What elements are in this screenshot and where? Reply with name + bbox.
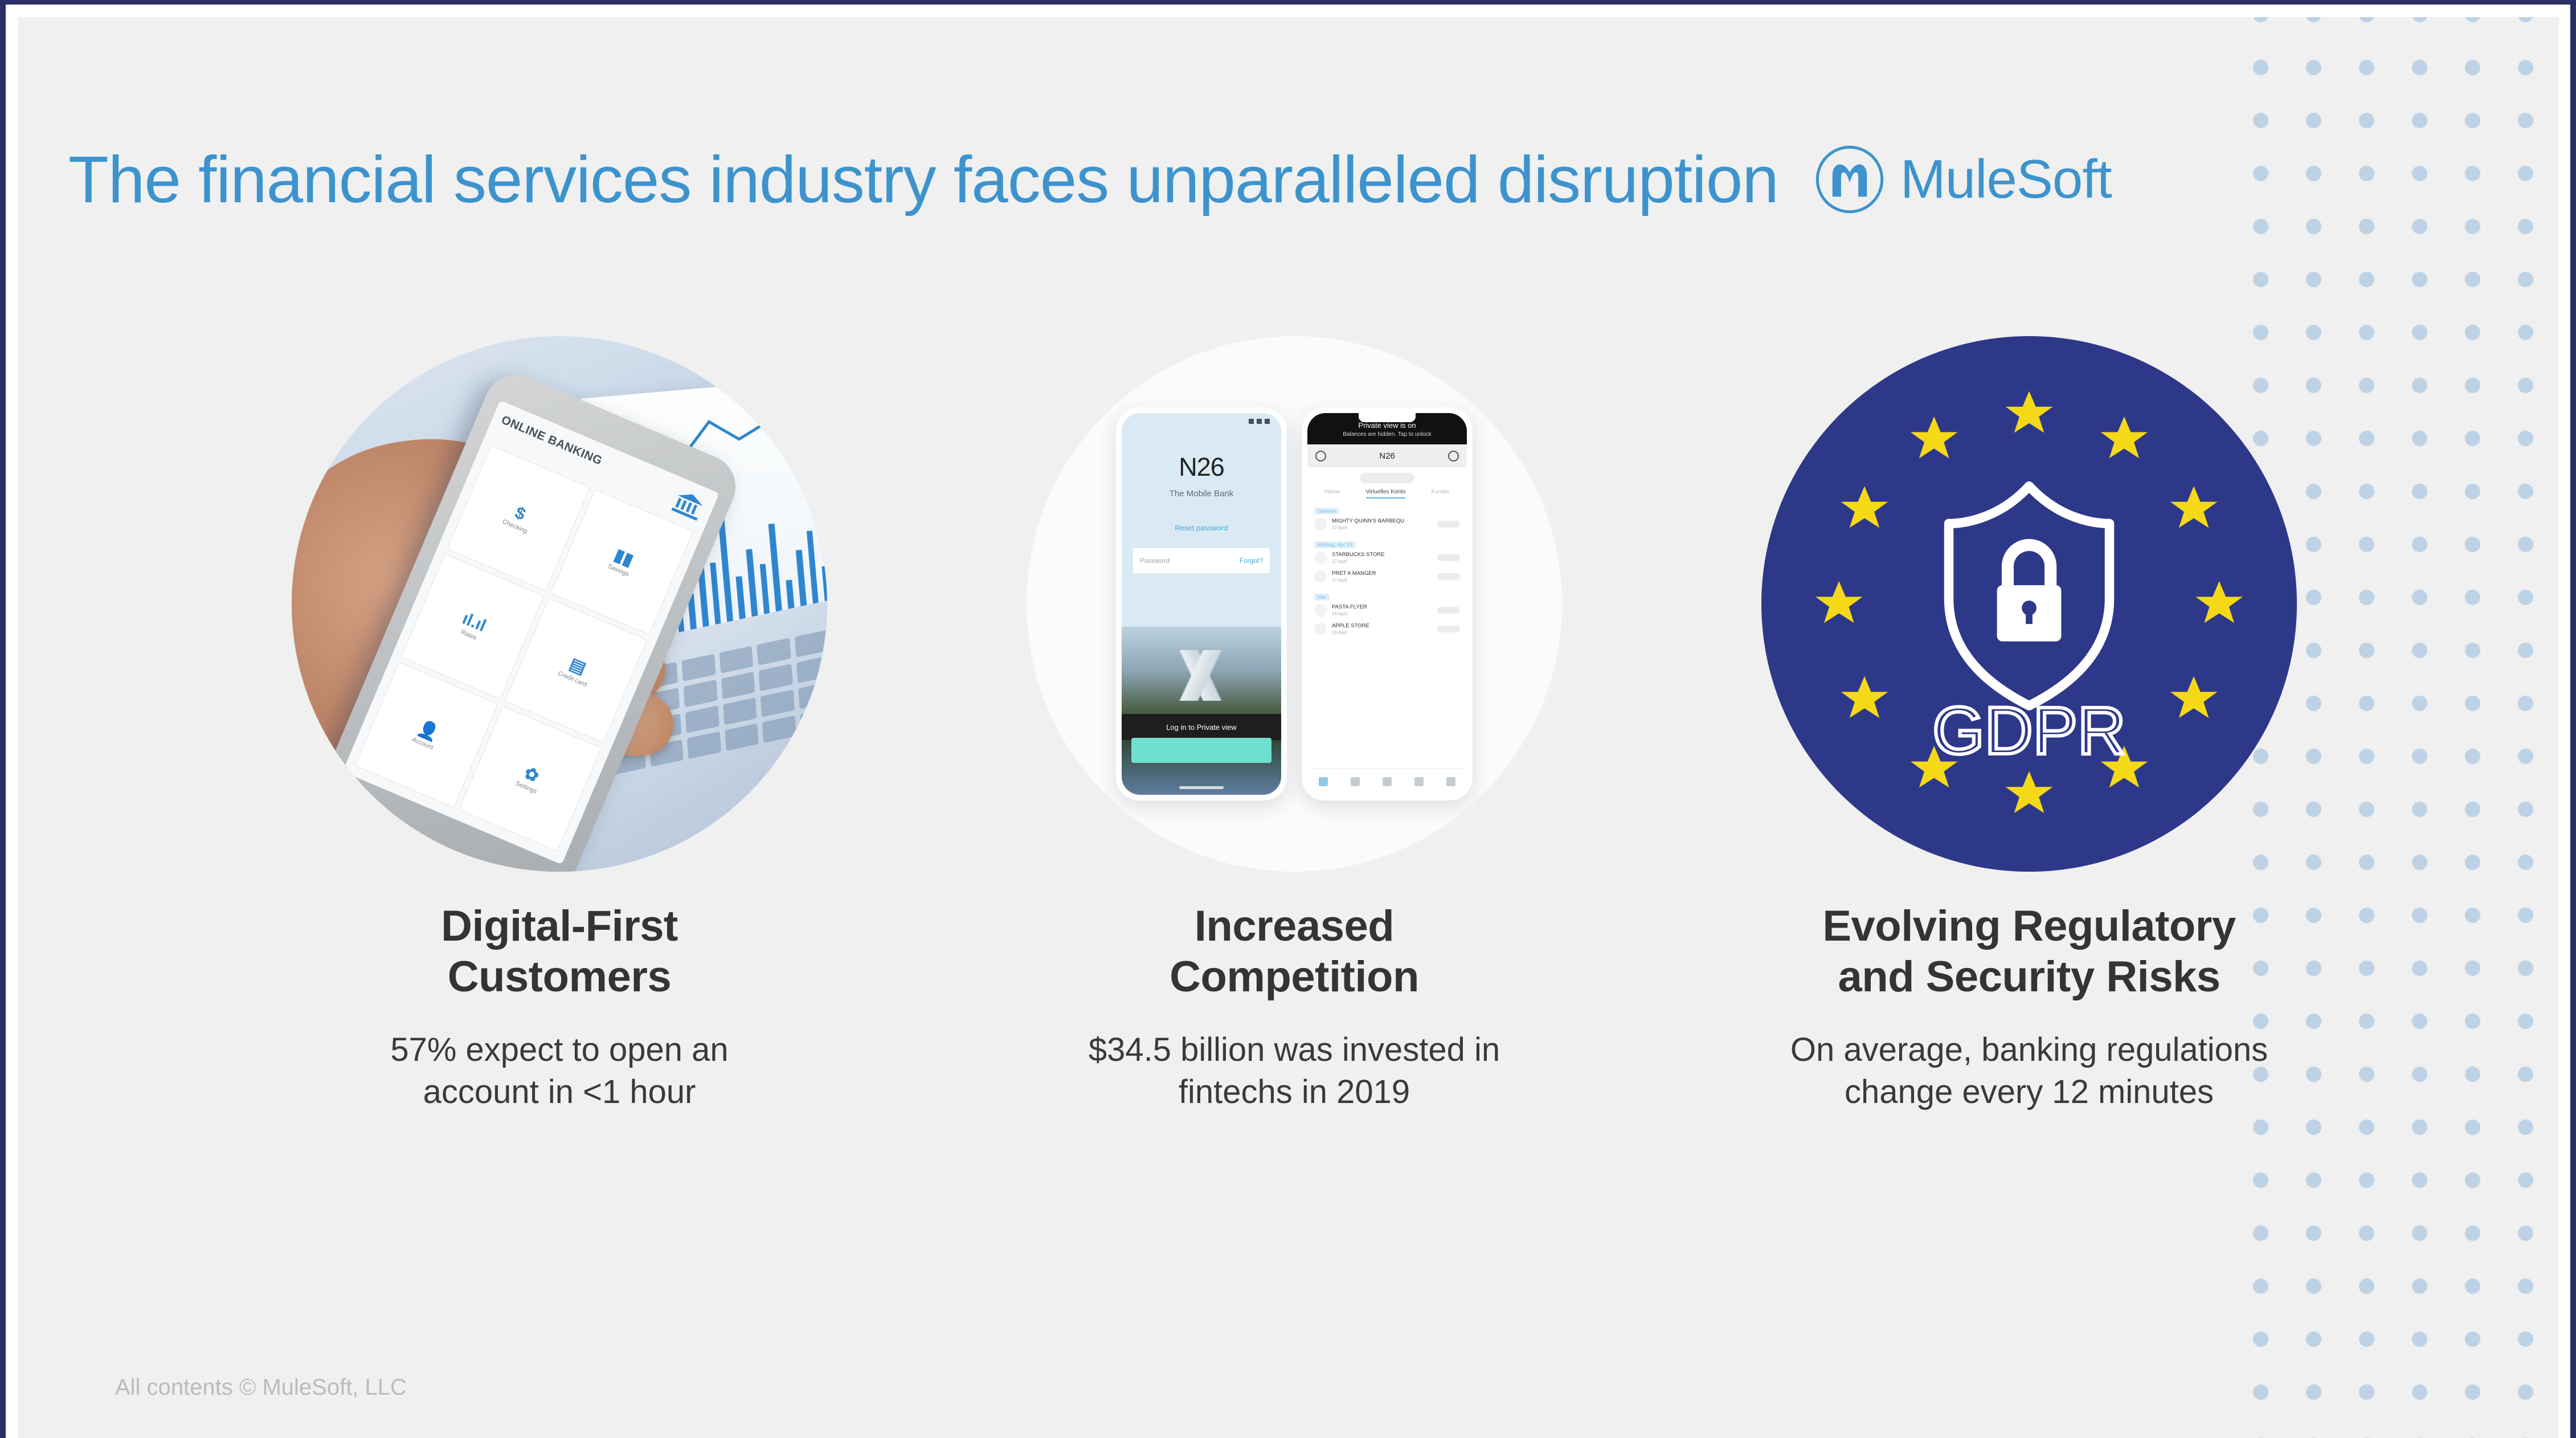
transaction-date: 17 April [1332,578,1347,583]
search-icon[interactable] [1315,450,1326,461]
bottom-nav[interactable] [1307,768,1467,795]
amount-hidden [1437,554,1460,561]
card-caption: 57% expect to open an account in <1 hour [390,1031,729,1111]
tab-konten[interactable]: Konten [1432,489,1450,499]
private-view-button[interactable]: Log in to Private view [1122,714,1281,741]
card-evolving-regulatory-risks: GDPR Evolving Regulatory and Security Ri… [1662,336,2397,1113]
group-label: Gestern [1314,508,1340,514]
copyright-footer: All contents © MuleSoft, LLC [115,1375,407,1400]
card-caption: On average, banking regulations change e… [1790,1031,2268,1111]
transaction-row[interactable]: APPLE STORE 16 April [1314,623,1460,635]
mulesoft-wordmark: MuleSoft [1900,149,2112,210]
landscape-photo: Log in to Private view [1122,627,1281,795]
plus-icon[interactable] [1383,777,1392,786]
banner-subtitle: Balances are hidden. Tap to unlock [1343,431,1432,438]
transaction-date: 17 April [1332,525,1347,530]
merchant-name: PRET A MANGER [1332,570,1376,577]
card-image-online-banking: ONLINE BANKING $ Checking ▮▮ Savings ıl.… [292,336,827,872]
merchant-icon [1314,518,1327,530]
merchant-icon [1314,570,1327,583]
card-title: Increased Competition [1170,902,1419,1001]
transaction-row[interactable]: PRET A MANGER 17 April [1314,570,1460,583]
phone-n26-login: N26 The Mobile Bank Reset password Passw… [1116,407,1287,800]
card-caption: $34.5 billion was invested in fintechs i… [1088,1031,1500,1111]
slide-canvas: The financial services industry faces un… [18,17,2559,1438]
transaction-date: 17 April [1332,559,1347,564]
slide-header: The financial services industry faces un… [68,134,2513,225]
refresh-icon[interactable] [1446,777,1455,786]
mulesoft-logo: MuleSoft [1814,144,2112,215]
card-image-n26-screens: N26 The Mobile Bank Reset password Passw… [1027,336,1562,872]
merchant-name: PASTA FLYER [1332,604,1367,610]
card-image-gdpr: GDPR [1761,336,2297,872]
tab-virtuelles-konto[interactable]: Virtuelles Konto [1365,489,1406,499]
gdpr-badge: GDPR [1761,336,2297,872]
card-title: Evolving Regulatory and Security Risks [1822,902,2236,1001]
transaction-date: 16 April [1332,630,1347,635]
transaction-date: 16 April [1332,611,1347,616]
history-icon[interactable] [1351,777,1360,786]
group-label: Mai [1314,594,1330,600]
amount-hidden [1437,626,1460,632]
merchant-name: MIGHTY QUINN'S BARBEQU [1332,518,1405,524]
n26-logo: N26 [1179,452,1225,481]
card-digital-first-customers: ONLINE BANKING $ Checking ▮▮ Savings ıl.… [192,336,927,1113]
gdpr-label: GDPR [1932,693,2125,768]
bank-icon [669,488,707,525]
app-top-bar: N26 [1307,444,1467,467]
amount-hidden [1437,607,1460,614]
forgot-link[interactable]: Forgot? [1240,557,1263,565]
card-icon[interactable] [1319,777,1328,786]
password-field[interactable]: Password Forgot? [1132,548,1270,573]
tab-home[interactable]: Home [1325,489,1340,499]
reset-password-link[interactable]: Reset password [1175,524,1228,532]
phone-n26-transactions: Private view is on Balances are hidden. … [1302,407,1473,800]
merchant-icon [1314,623,1327,635]
balance-pill [1360,473,1414,483]
tile-glyph: ✿ [521,763,542,786]
app-title: N26 [1379,451,1395,461]
mulesoft-mark-icon [1814,144,1886,215]
merchant-name: STARBUCKS STORE [1332,551,1385,558]
transaction-row[interactable]: MIGHTY QUINN'S BARBEQU 17 April [1314,518,1460,530]
profile-icon[interactable] [1448,450,1459,461]
cta-banner[interactable] [1131,737,1272,763]
n26-tagline: The Mobile Bank [1169,489,1234,499]
tile-glyph: $ [512,503,529,525]
private-view-label: Log in to Private view [1166,722,1237,732]
private-view-banner[interactable]: Private view is on Balances are hidden. … [1307,413,1467,444]
status-icons [1249,419,1270,424]
amount-hidden [1437,521,1460,528]
password-placeholder: Password [1139,557,1170,565]
merchant-icon [1314,551,1327,564]
group-label: Montag, Apr 16 [1314,541,1356,548]
card-increased-competition: N26 The Mobile Bank Reset password Passw… [927,336,1662,1113]
tab-bar: Home Virtuelles Konto Konten [1307,485,1467,499]
transaction-list[interactable]: Gestern MIGHTY QUINN'S BARBEQU 17 April [1307,499,1467,768]
amount-hidden [1437,573,1460,580]
home-indicator [1179,786,1224,789]
card-row: ONLINE BANKING $ Checking ▮▮ Savings ıl.… [18,336,2559,1113]
balance-pill-row [1307,467,1467,485]
page-title: The financial services industry faces un… [68,142,1779,216]
notch [1358,413,1416,422]
transaction-row[interactable]: STARBUCKS STORE 17 April [1314,551,1460,564]
transaction-row[interactable]: PASTA FLYER 16 April [1314,604,1460,616]
slide-frame: The financial services industry faces un… [0,0,2576,1438]
merchant-name: APPLE STORE [1332,623,1369,629]
merchant-icon [1314,604,1327,616]
send-icon[interactable] [1414,777,1424,786]
banner-title: Private view is on [1358,421,1416,430]
card-title: Digital-First Customers [441,902,678,1001]
